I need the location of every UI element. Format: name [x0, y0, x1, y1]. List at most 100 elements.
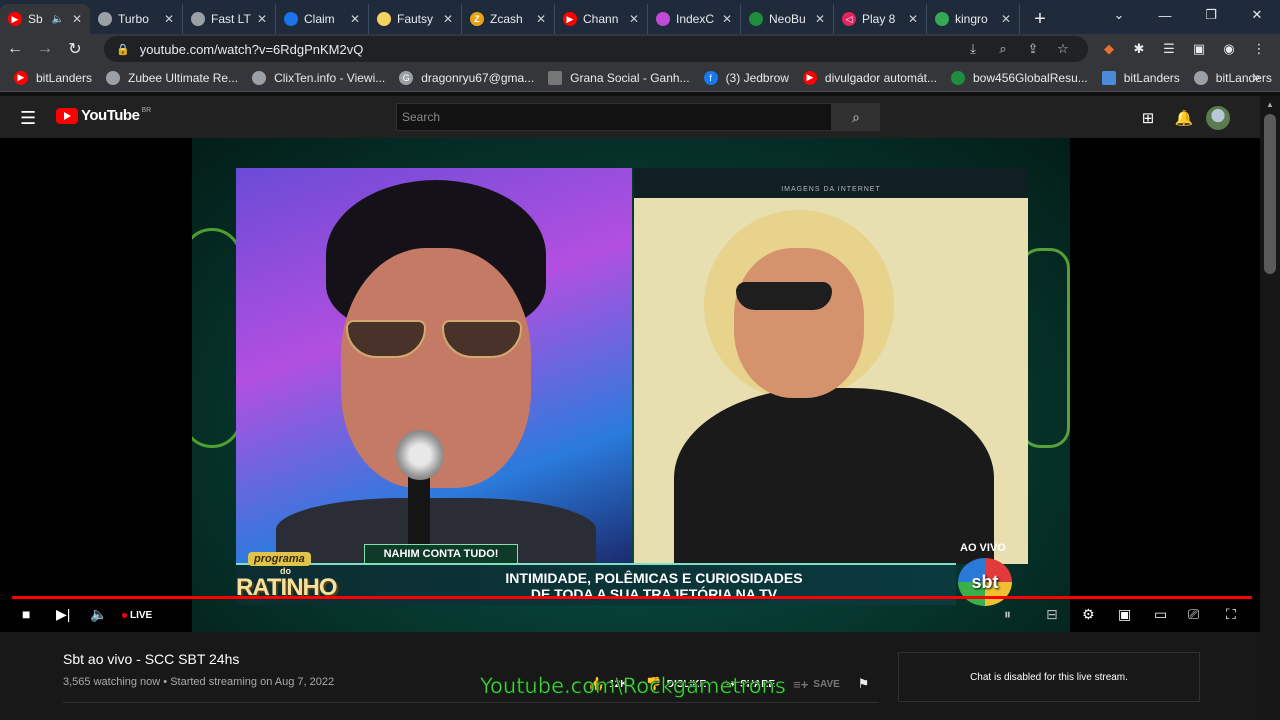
restore-button[interactable]: ❐ — [1188, 7, 1234, 23]
autoplay-toggle[interactable]: ⏸ — [1004, 606, 1011, 623]
extension-icons: ◆ ✱ ☰ ▣ ◉ ⋮ — [1094, 34, 1274, 64]
tab-close-icon[interactable]: ✕ — [350, 12, 360, 26]
bookmark-item[interactable]: ▶ divulgador automát... — [802, 70, 937, 85]
speaker-icon[interactable]: 🔈 — [51, 14, 63, 25]
theater-mode-icon[interactable]: ▭ — [1154, 606, 1167, 623]
metamask-extension-icon[interactable]: ◆ — [1094, 41, 1124, 57]
bookmark-item[interactable]: bitLanders — [1193, 70, 1272, 85]
side-panel-icon[interactable]: ▣ — [1184, 41, 1214, 57]
tab-label: Chann — [583, 12, 619, 26]
fullscreen-icon[interactable]: ⛶ — [1226, 606, 1236, 623]
tab-label: IndexC — [676, 12, 715, 26]
tab-label: Fast LT — [211, 12, 251, 26]
save-label: SAVE — [813, 678, 840, 690]
url-text[interactable]: youtube.com/watch?v=6RdgPnKM2vQ — [140, 42, 364, 57]
tab-close-icon[interactable]: ✕ — [443, 12, 453, 26]
search-input[interactable]: Search — [396, 103, 832, 131]
microphone-body — [408, 474, 430, 544]
bookmark-item[interactable]: f (3) Jedbrow — [703, 70, 789, 85]
notifications-bell-icon[interactable]: 🔔 — [1166, 109, 1202, 127]
tab-claim[interactable]: Claim ✕ — [276, 4, 369, 34]
youtube-logo[interactable]: YouTube BR — [56, 107, 151, 124]
address-bar[interactable]: 🔒 youtube.com/watch?v=6RdgPnKM2vQ ⤓ ⌕ ⇪ … — [104, 36, 1088, 62]
tab-turbo[interactable]: Turbo ✕ — [90, 4, 183, 34]
tab-close-icon[interactable]: ✕ — [815, 12, 825, 26]
masthead-actions: ⊞ 🔔 — [1130, 106, 1230, 130]
live-progress-bar[interactable] — [12, 596, 1252, 599]
bookmark-label: Grana Social - Ganh... — [570, 70, 690, 85]
tab-close-icon[interactable]: ✕ — [722, 12, 732, 26]
search-button[interactable]: ⌕ — [832, 103, 880, 131]
video-player[interactable]: IMAGENS DA INTERNET NAHIM CONTA TUDO! IN… — [0, 138, 1260, 632]
sunglasses-shape — [346, 320, 526, 360]
minimize-button[interactable]: — — [1142, 8, 1188, 23]
miniplayer-icon[interactable]: ▣ — [1118, 606, 1131, 623]
cast-icon[interactable]: ⎚ — [1188, 606, 1199, 623]
tab-close-icon[interactable]: ✕ — [629, 12, 639, 26]
tab-zcash[interactable]: Z Zcash ✕ — [462, 4, 555, 34]
page-scrollbar[interactable]: ▲ — [1260, 96, 1280, 720]
puzzle-extensions-icon[interactable]: ✱ — [1124, 41, 1154, 57]
tab-close-icon[interactable]: ✕ — [536, 12, 546, 26]
bookmarks-overflow-icon[interactable]: » — [1253, 70, 1260, 84]
bookmark-label: ClixTen.info - Viewi... — [274, 70, 386, 85]
zoom-icon[interactable]: ⌕ — [988, 41, 1018, 57]
stop-icon[interactable]: ■ — [22, 606, 30, 622]
tab-kingro[interactable]: kingro ✕ — [927, 4, 1020, 34]
bookmark-label: bitLanders — [1215, 70, 1272, 85]
back-arrow-icon[interactable]: ← — [0, 40, 30, 58]
bookmark-item[interactable]: bitLanders — [1101, 70, 1180, 85]
bookmark-star-icon[interactable]: ☆ — [1048, 41, 1078, 57]
settings-gear-icon[interactable]: ⚙ — [1082, 606, 1095, 623]
image-bookmark-icon — [548, 70, 563, 85]
reading-list-icon[interactable]: ☰ — [1154, 41, 1184, 57]
bookmark-item[interactable]: Grana Social - Ganh... — [548, 70, 690, 85]
report-button[interactable]: ⚑ — [858, 676, 875, 692]
bookmark-item[interactable]: ▶ bitLanders — [14, 70, 92, 85]
tab-neobux[interactable]: NeoBu ✕ — [741, 4, 834, 34]
tab-search-icon[interactable]: ⌄ — [1096, 7, 1142, 23]
drop-favicon-icon — [284, 12, 298, 26]
youtube-wordmark: YouTube — [81, 107, 140, 124]
guest-photo: IMAGENS DA INTERNET — [634, 168, 1028, 564]
bookmark-item[interactable]: ClixTen.info - Viewi... — [252, 70, 386, 85]
reload-icon[interactable]: ↻ — [60, 39, 90, 59]
new-tab-button[interactable]: + — [1020, 4, 1060, 34]
tab-close-icon[interactable]: ✕ — [1001, 12, 1011, 26]
bookmark-item[interactable]: bow456GlobalResu... — [951, 70, 1088, 85]
share-page-icon[interactable]: ⇪ — [1018, 41, 1048, 57]
tab-fastlt[interactable]: Fast LT ✕ — [183, 4, 276, 34]
bookmark-item[interactable]: Zubee Ultimate Re... — [106, 70, 238, 85]
tab-close-icon[interactable]: ✕ — [908, 12, 918, 26]
tab-play8[interactable]: ◁ Play 8 ✕ — [834, 4, 927, 34]
install-app-icon[interactable]: ⤓ — [958, 41, 988, 57]
tab-close-icon[interactable]: ✕ — [257, 12, 267, 26]
live-indicator[interactable]: LIVE — [122, 610, 152, 621]
tab-fautsy[interactable]: Fautsy ✕ — [369, 4, 462, 34]
hamburger-menu-icon[interactable]: ☰ — [20, 108, 36, 129]
coin-favicon-icon — [377, 12, 391, 26]
tab-label: NeoBu — [769, 12, 806, 26]
volume-icon[interactable]: 🔈 — [90, 606, 107, 623]
create-video-icon[interactable]: ⊞ — [1130, 109, 1166, 127]
tab-close-icon[interactable]: ✕ — [72, 12, 82, 26]
tab-youtube[interactable]: ▶ Sb 🔈 ✕ — [0, 4, 90, 34]
tab-close-icon[interactable]: ✕ — [164, 12, 174, 26]
tab-channel[interactable]: ▶ Chann ✕ — [555, 4, 648, 34]
save-button[interactable]: ≡+ SAVE — [793, 677, 840, 692]
next-icon[interactable]: ▶| — [56, 606, 70, 623]
captions-icon[interactable]: ⊟ — [1046, 606, 1058, 623]
scrollbar-thumb[interactable] — [1264, 114, 1276, 274]
tab-index[interactable]: IndexC ✕ — [648, 4, 741, 34]
avatar[interactable] — [1206, 106, 1230, 130]
forward-arrow-icon[interactable]: → — [30, 40, 60, 58]
close-window-button[interactable]: ✕ — [1234, 7, 1280, 23]
live-bug-text: AO VIVO — [960, 542, 1006, 554]
kebab-menu-icon[interactable]: ⋮ — [1244, 41, 1274, 57]
scroll-up-arrow-icon[interactable]: ▲ — [1266, 100, 1274, 109]
bookmark-item[interactable]: Gdragonryu67@gma... — [399, 70, 534, 85]
profile-avatar-icon[interactable]: ◉ — [1214, 41, 1244, 57]
globe-bookmark-icon — [106, 70, 121, 85]
youtube-bookmark-icon: ▶ — [14, 70, 28, 85]
lock-icon[interactable]: 🔒 — [116, 43, 130, 56]
